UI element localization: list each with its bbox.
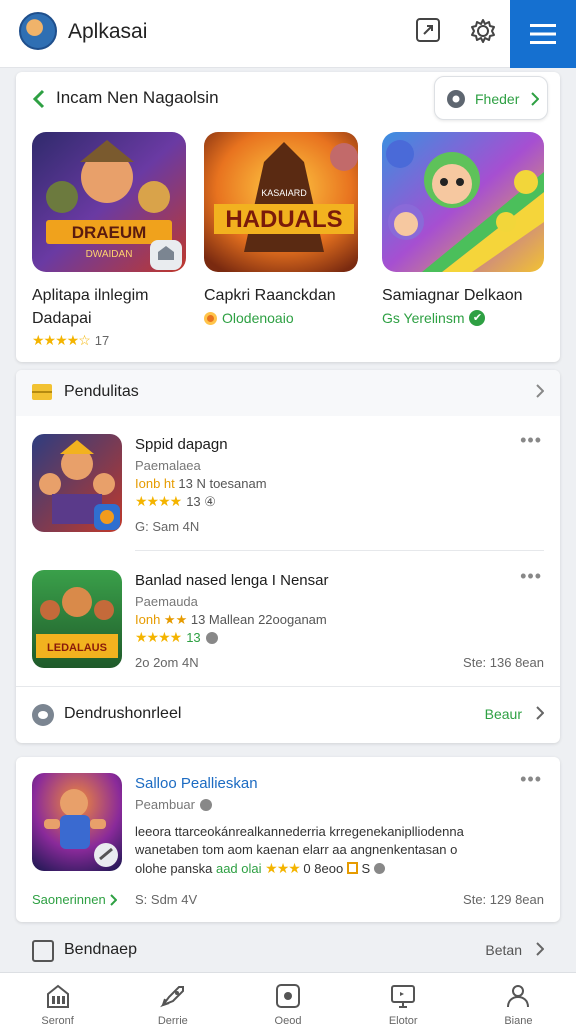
list-item[interactable]: LEDALAUS Banlad nased lenga I Nensar Pae… [16, 562, 560, 698]
section-header[interactable]: Pendulitas [16, 370, 560, 416]
list-section: Pendulitas Sppid dapagn Paemalaea Ionb h… [16, 370, 560, 743]
more-options-icon[interactable]: ••• [520, 566, 542, 587]
featured-app-item[interactable]: Salloo Peallieskan Peambuar ••• leeora t… [16, 757, 560, 922]
more-link[interactable]: Betan [485, 942, 522, 958]
featured-app-card[interactable]: DRAEUM DWAIDAN Aplitapa ilnlegim Dadapai… [32, 132, 192, 348]
app-developer: Olodenoaio [204, 310, 294, 326]
filter-button[interactable]: Fheder [434, 76, 548, 120]
back-chevron-icon[interactable] [32, 89, 46, 109]
section-header[interactable]: Bendnaep Betan [16, 932, 560, 972]
media-icon [276, 984, 300, 1008]
app-icon [32, 434, 122, 532]
settings-icon[interactable] [469, 17, 497, 45]
info-icon [373, 863, 385, 874]
section-title: Bendnaep [64, 941, 137, 958]
info-icon [199, 798, 212, 811]
square-icon [32, 940, 54, 962]
featured-app-card[interactable]: Samiagnar Delkaon Gs Yerelinsm ✔ [382, 132, 544, 326]
see-more-link[interactable]: Saonerinnen [32, 892, 117, 907]
divider [135, 550, 544, 551]
list-item[interactable]: Sppid dapagn Paemalaea Ionb ht 13 N toes… [16, 426, 560, 562]
user-icon [507, 985, 530, 1008]
art-subtitle: KASAIARD [261, 188, 307, 198]
app-icon: LEDALAUS [32, 570, 122, 668]
app-title[interactable]: Salloo Peallieskan [135, 775, 258, 792]
app-title: Aplkasai [68, 20, 148, 43]
orange-badge-icon [204, 311, 217, 325]
app-title: Banlad nased lenga I Nensar [135, 572, 329, 589]
app-artwork: KASAIARD HADUALS [204, 132, 358, 272]
app-header: Aplkasai [0, 0, 576, 68]
verified-check-icon: ✔ [469, 310, 486, 326]
app-name: Samiagnar Delkaon [382, 287, 523, 304]
app-meta: Ionb ht 13 N toesanam [135, 476, 267, 491]
app-developer: Gs Yerelinsm ✔ [382, 310, 486, 326]
app-developer: Paemalaea [135, 458, 201, 473]
chevron-right-icon [531, 92, 539, 106]
nav-item-store[interactable]: Seronf [0, 973, 115, 1024]
chevron-right-icon [536, 942, 544, 956]
app-name: Aplitapa ilnlegim Dadapai [32, 287, 149, 327]
art-title: DRAEUM [72, 223, 147, 242]
app-artwork [382, 132, 544, 272]
rocket-icon [159, 986, 184, 1008]
chevron-right-icon [536, 706, 544, 720]
app-date: S: Sdm 4V [135, 892, 198, 907]
art-title: LEDALAUS [47, 642, 107, 654]
nav-item-media[interactable]: Oeod [230, 973, 345, 1024]
chevron-right-icon [536, 384, 544, 398]
more-link[interactable]: Beaur [485, 706, 522, 722]
app-date: G: Sam 4N [135, 519, 200, 534]
share-icon[interactable] [415, 17, 443, 45]
section-footer[interactable]: Dendrushonrleel Beaur [16, 692, 560, 738]
app-developer: Peambuar [135, 797, 212, 812]
art-subtitle: DWAIDAN [86, 249, 133, 260]
section-title: Incam Nen Nagaolsin [56, 88, 219, 107]
app-date: 2o 2om 4N [135, 655, 199, 670]
hamburger-icon [530, 24, 556, 44]
app-size: Ste: 129 8ean [463, 892, 544, 907]
more-options-icon[interactable]: ••• [520, 430, 542, 451]
app-size: Ste: 136 8ean [463, 655, 544, 670]
app-developer: Paemauda [135, 594, 198, 609]
app-title: Sppid dapagn [135, 436, 228, 453]
gear-icon [447, 90, 465, 108]
featured-app-card[interactable]: KASAIARD HADUALS Capkri Raanckdan Oloden… [204, 132, 364, 326]
bottom-navigation: Seronf Derrie Oeod Elotor Biane [0, 972, 576, 1024]
nav-item-tv[interactable]: Elotor [346, 973, 461, 1024]
app-rating: ★★★★☆ 17 [32, 332, 110, 348]
store-icon [46, 984, 69, 1008]
tv-icon [391, 985, 416, 1008]
app-description: leeora ttarceokánrealkannederria krregen… [135, 824, 464, 876]
app-rating: ★★★★ 13 [135, 629, 218, 646]
more-options-icon[interactable]: ••• [520, 769, 542, 790]
art-title: HADUALS [225, 206, 342, 233]
nav-item-rocket[interactable]: Derrie [115, 973, 230, 1024]
app-logo[interactable] [19, 12, 57, 50]
featured-section: Incam Nen Nagaolsin Fheder DRAEUM DWAIDA… [16, 72, 560, 362]
app-icon [32, 773, 122, 871]
section-title: Dendrushonrleel [64, 705, 182, 722]
app-artwork: DRAEUM DWAIDAN [32, 132, 186, 272]
doc-icon [346, 862, 358, 874]
menu-button[interactable] [510, 0, 576, 68]
chevron-right-icon [110, 893, 117, 906]
app-name: Capkri Raanckdan [204, 287, 336, 304]
section-title: Pendulitas [64, 383, 139, 400]
app-meta: Ionh ★★ 13 Mallean 22ooganam [135, 612, 327, 627]
nav-item-user[interactable]: Biane [461, 973, 576, 1024]
app-rating: ★★★★ 13 ④ [135, 493, 216, 509]
info-icon [205, 631, 218, 644]
